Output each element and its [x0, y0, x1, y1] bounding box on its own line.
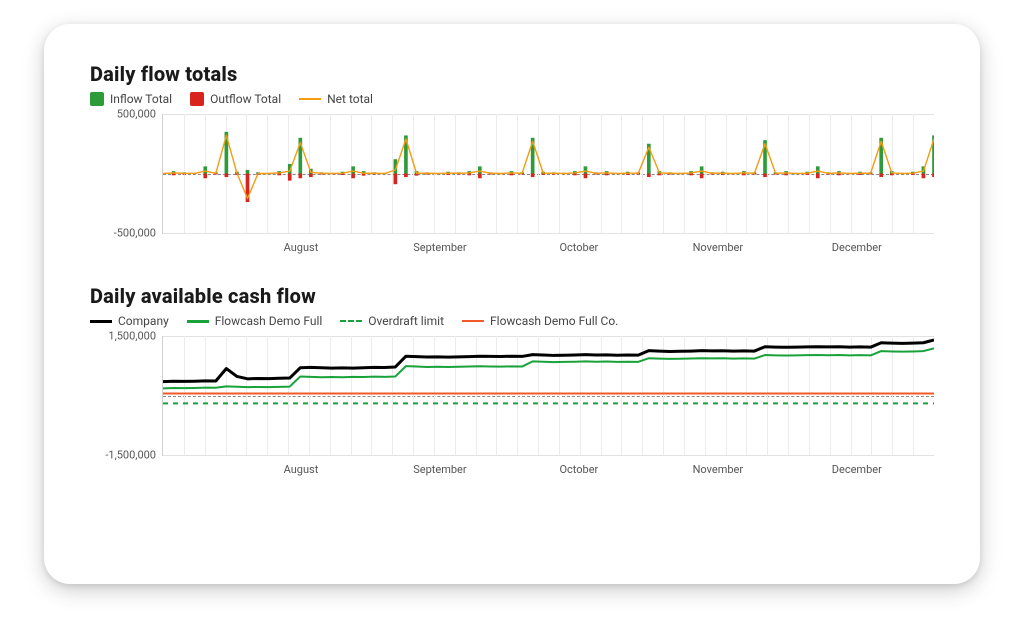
chart2-legend: Company Flowcash Demo Full Overdraft lim…: [90, 314, 934, 328]
y-tick-label: -500,000: [90, 227, 156, 240]
line-icon: [462, 320, 484, 322]
x-tick-label: October: [559, 463, 598, 476]
x-tick-label: December: [832, 463, 882, 476]
dashboard-card: Daily flow totals Inflow Total Outflow T…: [44, 24, 980, 584]
legend-net: Net total: [299, 92, 373, 106]
line-icon: [299, 98, 321, 100]
chart-svg: [163, 336, 934, 455]
daily-flow-totals-chart: August September October November December -…: [90, 114, 934, 258]
chart1-title: Daily flow totals: [90, 62, 934, 86]
line-icon: [90, 320, 112, 323]
legend-overdraft: Overdraft limit: [340, 314, 444, 328]
square-icon: [190, 92, 204, 106]
line-icon: [187, 320, 209, 323]
x-tick-label: October: [559, 241, 598, 254]
y-tick-label: 500,000: [90, 108, 156, 121]
x-tick-label: August: [284, 463, 319, 476]
x-tick-label: September: [413, 463, 466, 476]
chart-svg: [163, 114, 934, 233]
x-tick-label: December: [832, 241, 882, 254]
x-tick-label: November: [693, 241, 744, 254]
legend-inflow: Inflow Total: [90, 92, 172, 106]
y-tick-label: 1,500,000: [90, 330, 156, 343]
x-tick-label: September: [413, 241, 466, 254]
chart1-legend: Inflow Total Outflow Total Net total: [90, 92, 934, 106]
legend-outflow: Outflow Total: [190, 92, 281, 106]
y-tick-label: -1,500,000: [90, 449, 156, 462]
square-icon: [90, 92, 104, 106]
dashed-line-icon: [340, 320, 362, 322]
gridline: [163, 233, 934, 234]
chart2-title: Daily available cash flow: [90, 284, 934, 308]
legend-company: Company: [90, 314, 169, 328]
daily-available-cash-flow-chart: August September October November December -…: [90, 336, 934, 480]
legend-flowcash-full: Flowcash Demo Full: [187, 314, 323, 328]
gridline: [163, 455, 934, 456]
x-tick-label: August: [284, 241, 319, 254]
x-tick-label: November: [693, 463, 744, 476]
legend-flowcash-co: Flowcash Demo Full Co.: [462, 314, 618, 328]
